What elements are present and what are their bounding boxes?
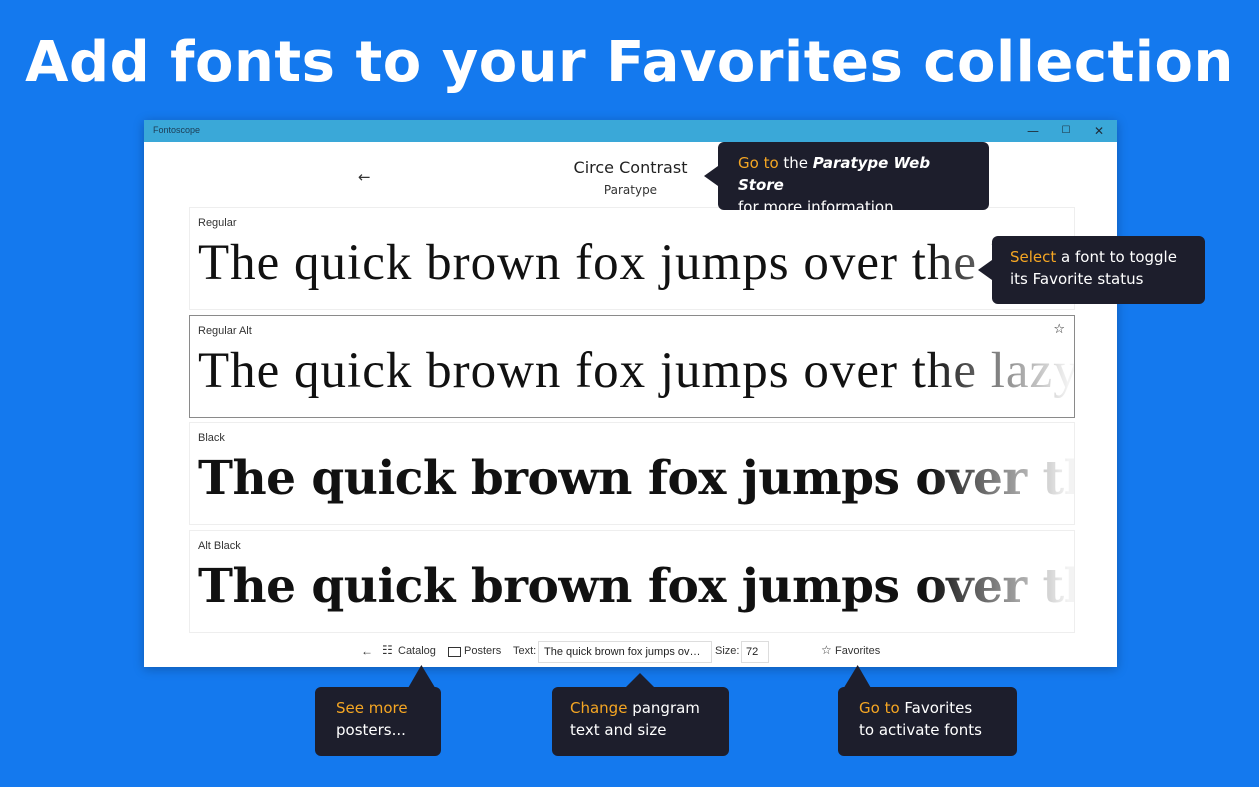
pangram-sample: The quick brown fox jumps over the lazy …	[198, 343, 1075, 399]
pangram-sample: The quick brown fox jumps over the lazy …	[198, 451, 1074, 506]
callout-line-1: Go to Favorites	[859, 697, 996, 719]
maximize-icon[interactable]: ☐	[1049, 120, 1083, 142]
callout-highlight: See more	[336, 699, 408, 717]
callout-line-1: Select a font to toggle	[1010, 246, 1187, 268]
font-card-regular[interactable]: Regular The quick brown fox jumps over t…	[189, 207, 1075, 310]
font-size-input[interactable]: 72	[741, 641, 769, 663]
minimize-icon[interactable]: —	[1016, 120, 1050, 142]
callout-highlight: Go to	[738, 154, 779, 172]
callout-highlight: Select	[1010, 248, 1057, 266]
callout-line-1: Change pangram	[570, 697, 711, 719]
callout-line-2: its Favorite status	[1010, 270, 1144, 288]
callout-highlight: Change	[570, 699, 628, 717]
font-card-regular-alt[interactable]: Regular Alt ☆ The quick brown fox jumps …	[189, 315, 1075, 418]
font-style-label: Regular Alt	[198, 325, 252, 337]
window-titlebar: Fontoscope — ☐ ✕	[144, 120, 1117, 142]
promo-headline: Add fonts to your Favorites collection	[25, 30, 1234, 95]
favorites-star-icon[interactable]: ☆	[821, 643, 832, 657]
callout-line-2: text and size	[570, 721, 667, 739]
close-icon[interactable]: ✕	[1082, 120, 1116, 142]
font-card-black[interactable]: Black The quick brown fox jumps over the…	[189, 422, 1075, 525]
pangram-text-input[interactable]: The quick brown fox jumps over the lazy …	[538, 641, 712, 663]
callout-line-2: to activate fonts	[859, 721, 982, 739]
posters-icon[interactable]	[448, 647, 461, 657]
text-field-label: Text:	[513, 645, 537, 657]
callout-line-2: for more information	[738, 198, 894, 216]
callout-text: Favorites	[899, 699, 973, 717]
pangram-sample: The quick brown fox jumps over the lazy …	[198, 559, 1074, 614]
callout-line-1: Go to the Paratype Web Store	[738, 152, 969, 196]
callout-posters: See more posters...	[315, 687, 441, 756]
favorite-star-icon[interactable]: ☆	[1053, 322, 1065, 337]
font-style-label: Alt Black	[198, 540, 241, 552]
size-field-label: Size:	[715, 645, 740, 657]
back-arrow-icon[interactable]: ←	[361, 644, 373, 658]
callout-text: pangram	[627, 699, 700, 717]
callout-select-font: Select a font to toggle its Favorite sta…	[978, 236, 1205, 304]
callout-favorites: Go to Favorites to activate fonts	[838, 687, 1017, 756]
favorites-button[interactable]: Favorites	[835, 645, 880, 657]
pangram-sample: The quick brown fox jumps over the lazy …	[198, 235, 1074, 291]
callout-highlight: Go to	[859, 699, 900, 717]
catalog-grid-icon[interactable]: ☷	[382, 643, 393, 657]
callout-web-store: Go to the Paratype Web Store for more in…	[704, 142, 989, 216]
font-style-label: Black	[198, 432, 225, 444]
callout-pangram: Change pangram text and size	[552, 673, 729, 756]
bottom-toolbar: ← ☷ Catalog Posters Text: The quick brow…	[144, 640, 1117, 666]
callout-text: the	[778, 154, 813, 172]
font-card-alt-black[interactable]: Alt Black The quick brown fox jumps over…	[189, 530, 1075, 633]
callout-text: a font to toggle	[1056, 248, 1177, 266]
catalog-button[interactable]: Catalog	[398, 645, 436, 657]
font-style-label: Regular	[198, 217, 237, 229]
posters-button[interactable]: Posters	[464, 645, 501, 657]
callout-line-2: posters...	[336, 721, 406, 739]
app-title: Fontoscope	[153, 125, 201, 135]
